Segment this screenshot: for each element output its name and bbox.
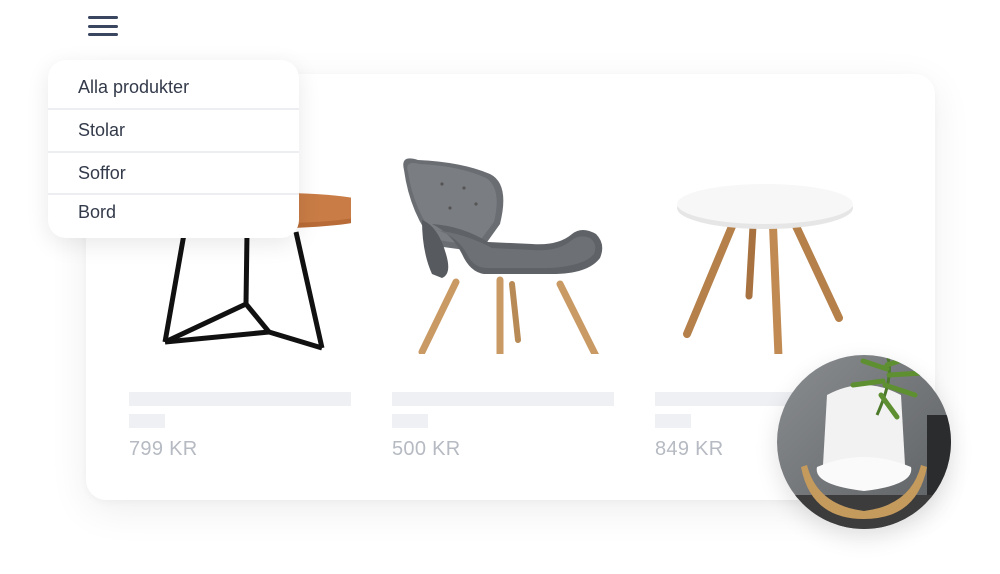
armchair-image — [403, 158, 603, 354]
product-subtitle-placeholder — [392, 414, 428, 428]
menu-item-sofas[interactable]: Soffor — [48, 153, 299, 195]
featured-chair-photo — [777, 355, 951, 529]
product-title-placeholder — [129, 392, 351, 406]
product-price: 799 KR — [129, 438, 198, 460]
menu-item-all-products[interactable]: Alla produkter — [48, 60, 299, 110]
menu-line — [88, 24, 118, 28]
product-subtitle-placeholder — [129, 414, 165, 428]
menu-item-chairs[interactable]: Stolar — [48, 110, 299, 153]
menu-line — [88, 33, 118, 36]
product-price: 849 KR — [655, 438, 724, 460]
menu-item-tables[interactable]: Bord — [48, 195, 299, 237]
lounge-chair-image — [777, 355, 951, 529]
product-price: 500 KR — [392, 438, 461, 460]
category-dropdown: Alla produkter Stolar Soffor Bord — [48, 60, 299, 238]
product-subtitle-placeholder — [655, 414, 691, 428]
menu-line — [88, 16, 118, 19]
product-title-placeholder — [392, 392, 614, 406]
round-table-image — [677, 184, 853, 354]
hamburger-menu-icon[interactable] — [86, 12, 120, 40]
